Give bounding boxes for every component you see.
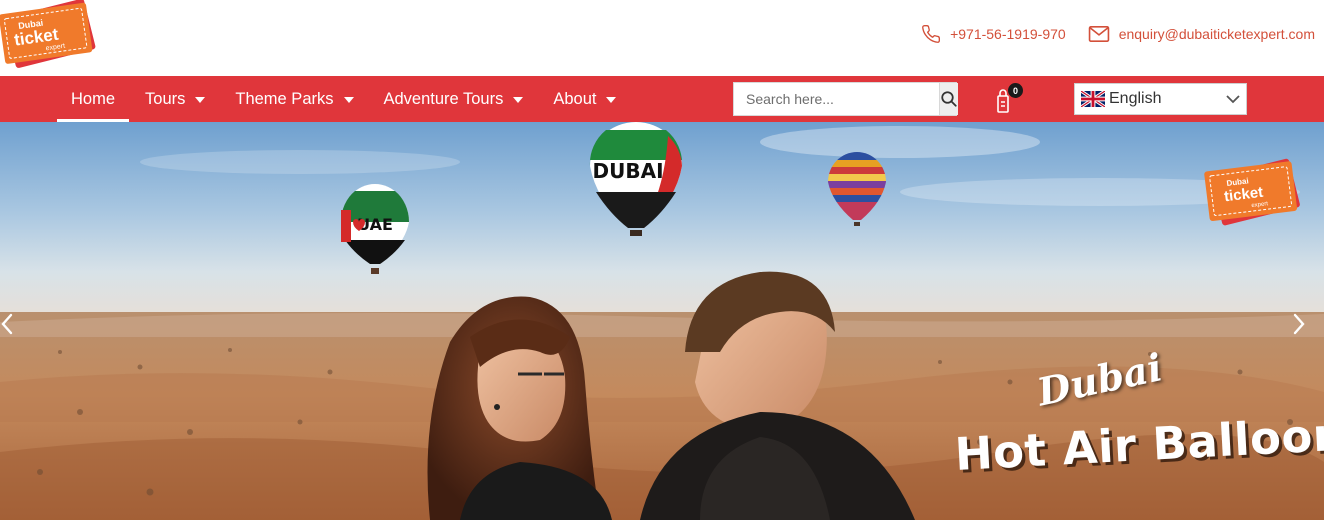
nav-item-tours[interactable]: Tours bbox=[131, 76, 219, 122]
chevron-down-icon bbox=[1226, 95, 1240, 104]
hero-watermark-logo: Dubai ticket expert bbox=[1204, 158, 1300, 226]
nav-item-label: About bbox=[553, 89, 597, 108]
top-header: Dubai ticket expert +971-56-1919-970 enq… bbox=[0, 0, 1324, 76]
caret-down-icon bbox=[513, 97, 524, 103]
nav-item-label: Adventure Tours bbox=[383, 89, 504, 108]
phone-link[interactable]: +971-56-1919-970 bbox=[921, 24, 1066, 44]
language-select[interactable]: English bbox=[1074, 83, 1247, 115]
email-address[interactable]: enquiry@dubaiticketexpert.com bbox=[1119, 26, 1315, 42]
nav-item-adventure-tours[interactable]: Adventure Tours bbox=[370, 76, 538, 122]
chevron-right-icon bbox=[1293, 313, 1305, 335]
envelope-icon bbox=[1088, 25, 1109, 43]
hero-slider: UAE DUBAI Dubai ticket expert Dubai Hot … bbox=[0, 122, 1324, 520]
nav-item-label: Tours bbox=[145, 89, 186, 108]
phone-number[interactable]: +971-56-1919-970 bbox=[950, 26, 1066, 42]
language-label: English bbox=[1109, 90, 1162, 107]
nav-menu: Home Tours Theme Parks Adventure Tours A… bbox=[57, 76, 632, 122]
cart-count-badge: 0 bbox=[1008, 83, 1023, 98]
slider-prev-button[interactable] bbox=[0, 312, 20, 336]
slider-next-button[interactable] bbox=[1292, 312, 1312, 336]
caret-down-icon bbox=[195, 97, 206, 103]
site-logo[interactable]: Dubai ticket expert bbox=[0, 0, 96, 76]
search-box bbox=[733, 82, 958, 116]
main-nav: Home Tours Theme Parks Adventure Tours A… bbox=[0, 76, 1324, 122]
phone-icon bbox=[922, 24, 941, 43]
search-button[interactable] bbox=[939, 83, 958, 115]
search-input[interactable] bbox=[734, 83, 939, 115]
nav-item-about[interactable]: About bbox=[539, 76, 630, 122]
nav-item-home[interactable]: Home bbox=[57, 76, 130, 122]
nav-item-theme-parks[interactable]: Theme Parks bbox=[221, 76, 367, 122]
contact-info: +971-56-1919-970 enquiry@dubaiticketexpe… bbox=[921, 24, 1315, 44]
nav-item-label: Theme Parks bbox=[235, 89, 334, 108]
caret-down-icon bbox=[343, 97, 354, 103]
uk-flag-icon bbox=[1081, 91, 1105, 107]
caret-down-icon bbox=[606, 97, 617, 103]
search-icon bbox=[941, 91, 957, 107]
chevron-left-icon bbox=[1, 313, 13, 335]
nav-item-label: Home bbox=[71, 89, 116, 108]
email-link[interactable]: enquiry@dubaiticketexpert.com bbox=[1088, 25, 1315, 43]
balloon-text-2: DUBAI bbox=[592, 159, 663, 183]
cart-button[interactable]: 0 bbox=[995, 83, 1023, 114]
